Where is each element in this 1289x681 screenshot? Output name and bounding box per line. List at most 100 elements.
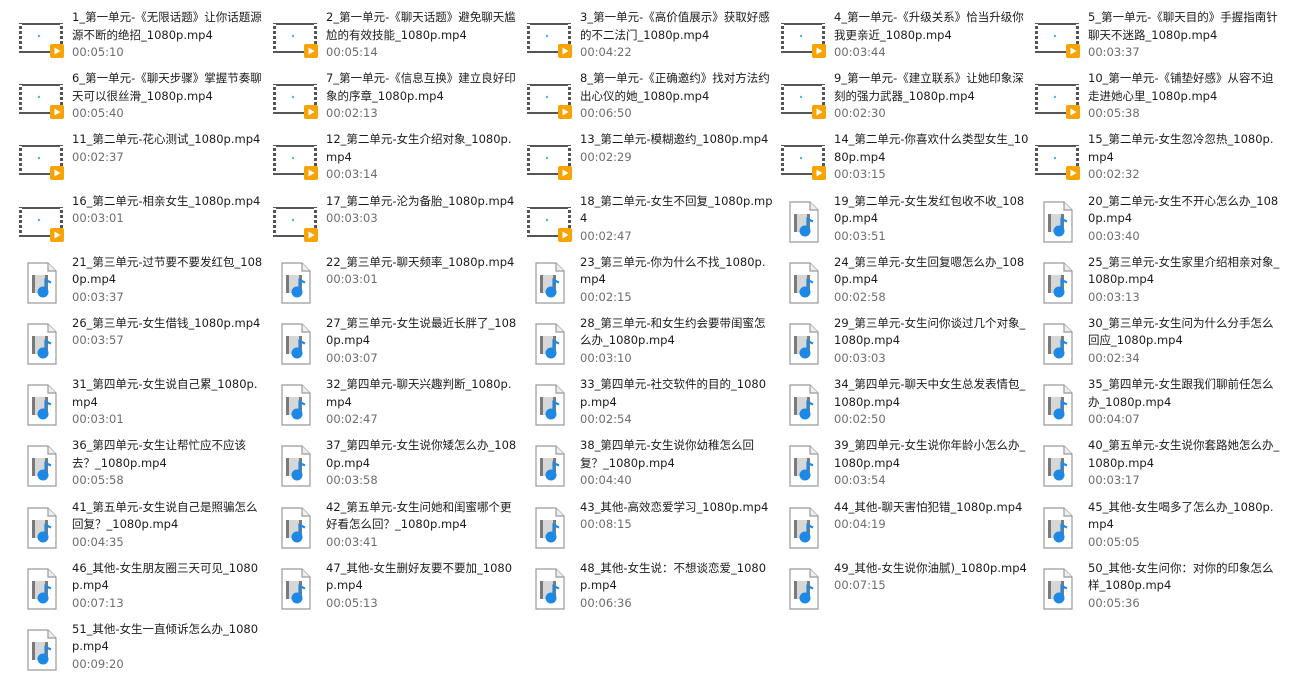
file-duration: 00:04:07 [1088,412,1140,427]
file-item-7[interactable]: 7_第一单元-《信息互换》建立良好印象的序章_1080p.mp4 00:02:1… [270,69,524,130]
file-item-46[interactable]: 46_其他-女生朋友圈三天可见_1080p.mp4 00:07:13 [16,559,270,620]
file-name: 22_第三单元-聊天频率_1080p.mp4 [326,254,515,269]
file-item-37[interactable]: 37_第四单元-女生说你矮怎么办_1080p.mp4 00:03:58 [270,436,524,497]
file-item-39[interactable]: 39_第四单元-女生说你年龄小怎么办_1080p.mp4 00:03:54 [778,436,1032,497]
file-item-30[interactable]: 30_第三单元-女生问为什么分手怎么回应_1080p.mp4 00:02:34 [1032,314,1286,375]
file-duration: 00:03:17 [1088,473,1140,488]
media-file-icon [272,442,320,490]
file-item-26[interactable]: 26_第三单元-女生借钱_1080p.mp4 00:03:57 [16,314,270,375]
video-thumbnail-icon [1034,136,1082,184]
file-item-31[interactable]: 31_第四单元-女生说自己累_1080p.mp4 00:03:01 [16,375,270,436]
file-duration: 00:02:34 [1088,350,1140,365]
file-item-23[interactable]: 23_第三单元-你为什么不找_1080p.mp4 00:02:15 [524,253,778,314]
file-item-21[interactable]: 21_第三单元-过节要不要发红包_1080p.mp4 00:03:37 [16,253,270,314]
media-file-icon [780,504,828,552]
video-thumbnail-icon [18,136,66,184]
file-item-3[interactable]: 3_第一单元-《高价值展示》获取好感的不二法门_1080p.mp4 00:04:… [524,8,778,69]
file-duration: 00:02:47 [580,228,632,243]
file-duration: 00:05:05 [1088,534,1140,549]
file-item-4[interactable]: 4_第一单元-《升级关系》恰当升级你我更亲近_1080p.mp4 00:03:4… [778,8,1032,69]
file-duration: 00:03:37 [72,289,124,304]
file-item-34[interactable]: 34_第四单元-聊天中女生总发表情包_1080p.mp4 00:02:50 [778,375,1032,436]
file-duration: 00:03:07 [326,350,378,365]
file-item-48[interactable]: 48_其他-女生说：不想谈恋爱_1080p.mp4 00:06:36 [524,559,778,620]
file-duration: 00:05:58 [72,473,124,488]
file-item-43[interactable]: 43_其他-高效恋爱学习_1080p.mp4 00:08:15 [524,498,778,559]
file-name: 20_第二单元-女生不开心怎么办_1080p.mp4 [1088,193,1279,226]
media-file-icon [780,198,828,246]
file-name: 35_第四单元-女生跟我们聊前任怎么办_1080p.mp4 [1088,377,1274,409]
media-file-icon [18,320,66,368]
file-name: 34_第四单元-聊天中女生总发表情包_1080p.mp4 [834,377,1026,409]
file-item-18[interactable]: 18_第二单元-女生不回复_1080p.mp4 00:02:47 [524,192,778,253]
file-item-15[interactable]: 15_第二单元-女生忽冷忽热_1080p.mp4 00:02:32 [1032,130,1286,191]
file-item-5[interactable]: 5_第一单元-《聊天目的》手握指南针聊天不迷路_1080p.mp4 00:03:… [1032,8,1286,69]
file-item-27[interactable]: 27_第三单元-女生说最近长胖了_1080p.mp4 00:03:07 [270,314,524,375]
media-file-icon [1034,442,1082,490]
file-item-14[interactable]: 14_第二单元-你喜欢什么类型女生_1080p.mp4 00:03:15 [778,130,1032,191]
file-duration: 00:03:37 [1088,45,1140,59]
media-file-icon [1034,504,1082,552]
file-item-41[interactable]: 41_第五单元-女生说自己是照骗怎么回复？_1080p.mp4 00:04:35 [16,498,270,559]
file-item-2[interactable]: 2_第一单元-《聊天话题》避免聊天尴尬的有效技能_1080p.mp4 00:05… [270,8,524,69]
file-name: 29_第三单元-女生问你谈过几个对象_1080p.mp4 [834,315,1026,348]
file-duration: 00:03:01 [72,412,124,427]
file-duration: 00:02:29 [580,149,632,164]
file-name: 31_第四单元-女生说自己累_1080p.mp4 [72,377,258,409]
file-item-8[interactable]: 8_第一单元-《正确邀约》找对方法约出心仪的她_1080p.mp4 00:06:… [524,69,778,130]
file-item-42[interactable]: 42_第五单元-女生问她和闺蜜哪个更好看怎么回？_1080p.mp4 00:03… [270,498,524,559]
file-item-28[interactable]: 28_第三单元-和女生约会要带闺蜜怎么办_1080p.mp4 00:03:10 [524,314,778,375]
file-item-44[interactable]: 44_其他-聊天害怕犯错_1080p.mp4 00:04:19 [778,498,1032,559]
file-item-16[interactable]: 16_第二单元-相亲女生_1080p.mp4 00:03:01 [16,192,270,253]
file-duration: 00:03:40 [1088,228,1140,243]
file-duration: 00:02:15 [580,289,632,304]
media-file-icon [526,565,574,613]
file-item-47[interactable]: 47_其他-女生删好友要不要加_1080p.mp4 00:05:13 [270,559,524,620]
video-thumbnail-icon [18,14,66,62]
file-duration: 00:06:36 [580,595,632,610]
file-duration: 00:02:30 [834,106,886,121]
file-item-25[interactable]: 25_第三单元-女生家里介绍相亲对象_1080p.mp4 00:03:13 [1032,253,1286,314]
video-thumbnail-icon [526,75,574,123]
file-item-13[interactable]: 13_第二单元-模糊邀约_1080p.mp4 00:02:29 [524,130,778,191]
file-name: 27_第三单元-女生说最近长胖了_1080p.mp4 [326,315,517,348]
file-item-24[interactable]: 24_第三单元-女生回复嗯怎么办_1080p.mp4 00:02:58 [778,253,1032,314]
file-duration: 00:04:35 [72,534,124,549]
file-name: 25_第三单元-女生家里介绍相亲对象_1080p.mp4 [1088,254,1280,287]
file-item-10[interactable]: 10_第一单元-《铺垫好感》从容不迫走进她心里_1080p.mp4 00:05:… [1032,69,1286,130]
file-item-6[interactable]: 6_第一单元-《聊天步骤》掌握节奏聊天可以很丝滑_1080p.mp4 00:05… [16,69,270,130]
media-file-icon [780,565,828,613]
file-name: 40_第五单元-女生说你套路她怎么办_1080p.mp4 [1088,438,1280,470]
file-item-20[interactable]: 20_第二单元-女生不开心怎么办_1080p.mp4 00:03:40 [1032,192,1286,253]
file-item-50[interactable]: 50_其他-女生问你：对你的印象怎么样_1080p.mp4 00:05:36 [1032,559,1286,620]
file-item-11[interactable]: 11_第二单元-花心测试_1080p.mp4 00:02:37 [16,130,270,191]
file-duration: 00:08:15 [580,517,632,531]
file-item-49[interactable]: 49_其他-女生说你油腻)_1080p.mp4 00:07:15 [778,559,1032,620]
file-item-12[interactable]: 12_第二单元-女生介绍对象_1080p.mp4 00:03:14 [270,130,524,191]
file-name: 17_第二单元-沦为备胎_1080p.mp4 [326,193,515,208]
file-item-36[interactable]: 36_第四单元-女生让帮忙应不应该去？_1080p.mp4 00:05:58 [16,436,270,497]
file-item-33[interactable]: 33_第四单元-社交软件的目的_1080p.mp4 00:02:54 [524,375,778,436]
file-item-51[interactable]: 51_其他-女生一直倾诉怎么办_1080p.mp4 00:09:20 [16,620,270,681]
media-file-icon [18,259,66,307]
media-file-icon [1034,198,1082,246]
file-item-1[interactable]: 1_第一单元-《无限话题》让你话题源源不断的绝招_1080p.mp4 00:05… [16,8,270,69]
file-item-22[interactable]: 22_第三单元-聊天频率_1080p.mp4 00:03:01 [270,253,524,314]
file-name: 45_其他-女生喝多了怎么办_1080p.mp4 [1088,499,1274,532]
file-item-40[interactable]: 40_第五单元-女生说你套路她怎么办_1080p.mp4 00:03:17 [1032,436,1286,497]
file-name: 30_第三单元-女生问为什么分手怎么回应_1080p.mp4 [1088,315,1274,348]
file-name: 49_其他-女生说你油腻)_1080p.mp4 [834,560,1027,575]
file-item-32[interactable]: 32_第四单元-聊天兴趣判断_1080p.mp4 00:02:47 [270,375,524,436]
file-item-9[interactable]: 9_第一单元-《建立联系》让她印象深刻的强力武器_1080p.mp4 00:02… [778,69,1032,130]
file-item-45[interactable]: 45_其他-女生喝多了怎么办_1080p.mp4 00:05:05 [1032,498,1286,559]
file-name: 41_第五单元-女生说自己是照骗怎么回复？_1080p.mp4 [72,499,258,532]
file-item-19[interactable]: 19_第二单元-女生发红包收不收_1080p.mp4 00:03:51 [778,192,1032,253]
file-item-35[interactable]: 35_第四单元-女生跟我们聊前任怎么办_1080p.mp4 00:04:07 [1032,375,1286,436]
file-item-29[interactable]: 29_第三单元-女生问你谈过几个对象_1080p.mp4 00:03:03 [778,314,1032,375]
file-name: 47_其他-女生删好友要不要加_1080p.mp4 [326,560,513,593]
file-item-38[interactable]: 38_第四单元-女生说你幼稚怎么回复？_1080p.mp4 00:04:40 [524,436,778,497]
file-name: 18_第二单元-女生不回复_1080p.mp4 [580,193,773,226]
file-item-17[interactable]: 17_第二单元-沦为备胎_1080p.mp4 00:03:03 [270,192,524,253]
video-thumbnail-icon [272,136,320,184]
media-file-icon [18,442,66,490]
